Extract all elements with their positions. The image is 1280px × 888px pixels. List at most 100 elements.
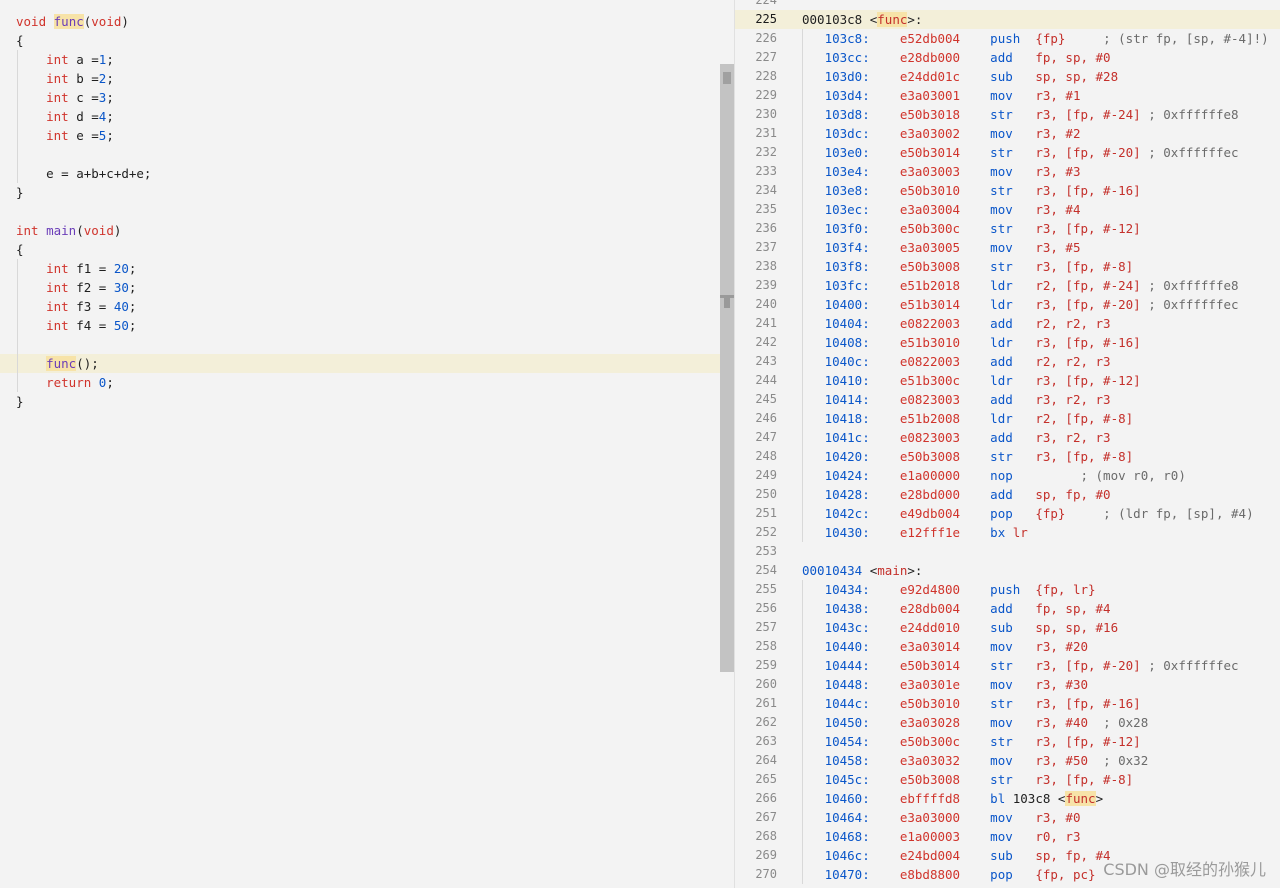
disasm-line[interactable]: 240 10400: e51b3014 ldr r3, [fp, #-20] ;…: [735, 295, 1280, 314]
disasm-line[interactable]: 251 1042c: e49db004 pop {fp} ; (ldr fp, …: [735, 504, 1280, 523]
disasm-line[interactable]: 239 103fc: e51b2018 ldr r2, [fp, #-24] ;…: [735, 276, 1280, 295]
current-disasm-line[interactable]: 225 000103c8 <func>:: [735, 10, 1280, 29]
disasm-line[interactable]: 236 103f0: e50b300c str r3, [fp, #-12]: [735, 219, 1280, 238]
disasm-line[interactable]: 267 10464: e3a03000 mov r3, #0: [735, 808, 1280, 827]
disasm-line[interactable]: 226 103c8: e52db004 push {fp} ; (str fp,…: [735, 29, 1280, 48]
source-scrollbar-thumb[interactable]: [720, 64, 734, 672]
disasm-line[interactable]: 264 10458: e3a03032 mov r3, #50 ; 0x32: [735, 751, 1280, 770]
indent-guide: [17, 373, 18, 392]
source-line[interactable]: }: [0, 183, 720, 202]
code-token: r3, #2: [1035, 126, 1081, 141]
indent-guide: [17, 354, 18, 373]
disasm-line[interactable]: 235 103ec: e3a03004 mov r3, #4: [735, 200, 1280, 219]
source-editor-pane[interactable]: void func(void){ int a =1; int b =2; int…: [0, 0, 720, 888]
disasm-line[interactable]: 244 10410: e51b300c ldr r3, [fp, #-12]: [735, 371, 1280, 390]
code-token: r3, [fp, #-8]: [1035, 449, 1134, 464]
disasm-line[interactable]: 243 1040c: e0822003 add r2, r2, r3: [735, 352, 1280, 371]
disassembly-pane[interactable]: 224 225 000103c8 <func>: 226 103c8: e52db00…: [735, 0, 1280, 888]
code-token: ;: [106, 109, 114, 124]
disasm-line[interactable]: 238 103f8: e50b3008 str r3, [fp, #-8]: [735, 257, 1280, 276]
code-token: ; (str fp, [sp, #-4]!): [1103, 31, 1269, 46]
indent-guide: [802, 238, 803, 257]
disasm-line[interactable]: 230 103d8: e50b3018 str r3, [fp, #-24] ;…: [735, 105, 1280, 124]
source-line[interactable]: int f3 = 40;: [0, 297, 720, 316]
code-token: add: [990, 50, 1013, 65]
source-line[interactable]: int b =2;: [0, 69, 720, 88]
code-token: 103dc:: [802, 126, 870, 141]
disasm-line[interactable]: 246 10418: e51b2008 ldr r2, [fp, #-8]: [735, 409, 1280, 428]
line-number: 258: [755, 639, 777, 653]
source-line[interactable]: int c =3;: [0, 88, 720, 107]
indent-guide: [802, 333, 803, 352]
disasm-line[interactable]: 224: [735, 0, 1280, 10]
line-number: 263: [755, 734, 777, 748]
disasm-line[interactable]: 229 103d4: e3a03001 mov r3, #1: [735, 86, 1280, 105]
source-line[interactable]: int d =4;: [0, 107, 720, 126]
source-line[interactable]: int f2 = 30;: [0, 278, 720, 297]
disasm-line[interactable]: 261 1044c: e50b3010 str r3, [fp, #-16]: [735, 694, 1280, 713]
source-line[interactable]: e = a+b+c+d+e;: [0, 164, 720, 183]
source-line[interactable]: int main(void): [0, 221, 720, 240]
source-line[interactable]: int f1 = 20;: [0, 259, 720, 278]
source-line[interactable]: }: [0, 392, 720, 411]
disasm-line[interactable]: 249 10424: e1a00000 nop ; (mov r0, r0): [735, 466, 1280, 485]
source-line[interactable]: int f4 = 50;: [0, 316, 720, 335]
source-line[interactable]: {: [0, 31, 720, 50]
disasm-line[interactable]: 258 10440: e3a03014 mov r3, #20: [735, 637, 1280, 656]
disasm-line[interactable]: 250 10428: e28bd000 add sp, fp, #0: [735, 485, 1280, 504]
disasm-line[interactable]: 266 10460: ebffffd8 bl 103c8 <func>: [735, 789, 1280, 808]
disasm-line[interactable]: 254 00010434 <main>:: [735, 561, 1280, 580]
code-token: a =: [68, 52, 99, 67]
disasm-line[interactable]: 227 103cc: e28db000 add fp, sp, #0: [735, 48, 1280, 67]
source-line[interactable]: {: [0, 240, 720, 259]
disasm-line[interactable]: 256 10438: e28db004 add fp, sp, #4: [735, 599, 1280, 618]
disasm-line[interactable]: 252 10430: e12fff1e bx lr: [735, 523, 1280, 542]
code-token: 10408:: [802, 335, 870, 350]
disasm-line[interactable]: 228 103d0: e24dd01c sub sp, sp, #28: [735, 67, 1280, 86]
source-line[interactable]: int a =1;: [0, 50, 720, 69]
source-line[interactable]: void func(void): [0, 12, 720, 31]
disasm-line[interactable]: 237 103f4: e3a03005 mov r3, #5: [735, 238, 1280, 257]
disasm-line[interactable]: 234 103e8: e50b3010 str r3, [fp, #-16]: [735, 181, 1280, 200]
disasm-line[interactable]: 262 10450: e3a03028 mov r3, #40 ; 0x28: [735, 713, 1280, 732]
disasm-line[interactable]: 247 1041c: e0823003 add r3, r2, r3: [735, 428, 1280, 447]
current-source-line[interactable]: func();: [0, 354, 720, 373]
source-line[interactable]: [0, 202, 720, 221]
disasm-line[interactable]: 233 103e4: e3a03003 mov r3, #3: [735, 162, 1280, 181]
disasm-line[interactable]: 231 103dc: e3a03002 mov r3, #2: [735, 124, 1280, 143]
source-line[interactable]: return 0;: [0, 373, 720, 392]
source-line[interactable]: [0, 145, 720, 164]
disasm-line[interactable]: 263 10454: e50b300c str r3, [fp, #-12]: [735, 732, 1280, 751]
disasm-line[interactable]: 253: [735, 542, 1280, 561]
code-token: 103c8:: [802, 31, 870, 46]
disasm-line[interactable]: 241 10404: e0822003 add r2, r2, r3: [735, 314, 1280, 333]
disasm-line[interactable]: 242 10408: e51b3010 ldr r3, [fp, #-16]: [735, 333, 1280, 352]
source-line[interactable]: [0, 335, 720, 354]
code-token: 103d8:: [802, 107, 870, 122]
source-line[interactable]: int e =5;: [0, 126, 720, 145]
code-token: int: [46, 128, 69, 143]
disasm-line[interactable]: 259 10444: e50b3014 str r3, [fp, #-20] ;…: [735, 656, 1280, 675]
code-token: sub: [990, 620, 1013, 635]
disasm-line[interactable]: 257 1043c: e24dd010 sub sp, sp, #16: [735, 618, 1280, 637]
disasm-line[interactable]: 232 103e0: e50b3014 str r3, [fp, #-20] ;…: [735, 143, 1280, 162]
disasm-line[interactable]: 248 10420: e50b3008 str r3, [fp, #-8]: [735, 447, 1280, 466]
line-number: 249: [755, 468, 777, 482]
code-token: r3, [fp, #-16]: [1035, 696, 1141, 711]
disasm-line[interactable]: 255 10434: e92d4800 push {fp, lr}: [735, 580, 1280, 599]
disasm-line[interactable]: 265 1045c: e50b3008 str r3, [fp, #-8]: [735, 770, 1280, 789]
code-token: e50b3010: [899, 696, 961, 711]
disasm-line[interactable]: 260 10448: e3a0301e mov r3, #30: [735, 675, 1280, 694]
disasm-line[interactable]: 245 10414: e0823003 add r3, r2, r3: [735, 390, 1280, 409]
code-token: r3, [fp, #-12]: [1035, 373, 1141, 388]
disasm-line[interactable]: 268 10468: e1a00003 mov r0, r3: [735, 827, 1280, 846]
